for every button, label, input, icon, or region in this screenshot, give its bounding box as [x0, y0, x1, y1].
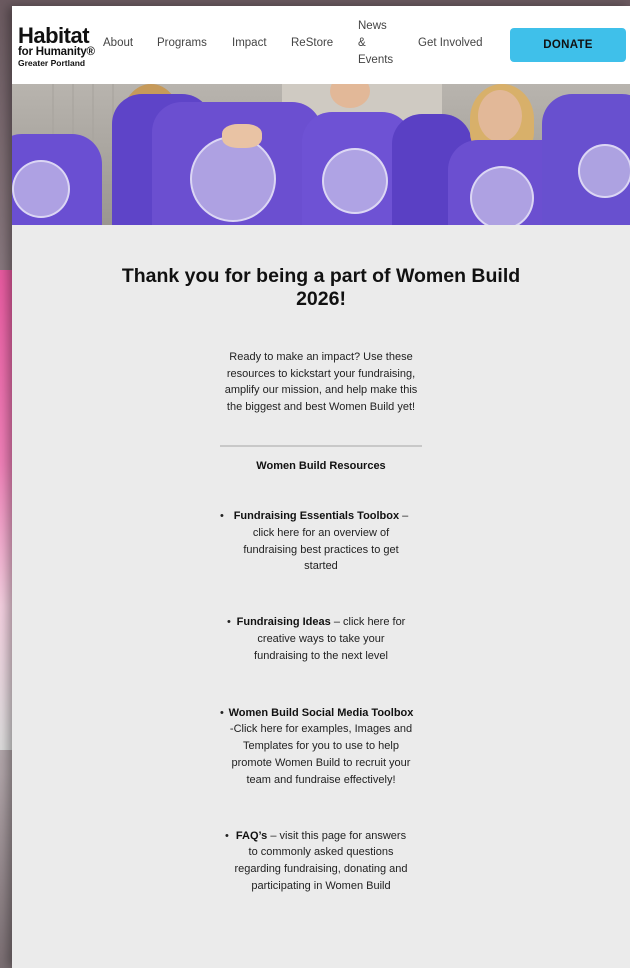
- hero-shirt-print-1: [12, 160, 70, 218]
- resource-link-title[interactable]: FAQ’s: [236, 830, 267, 842]
- resources-list: • Fundraising Essentials Toolbox – click…: [220, 508, 416, 895]
- intro-text: Ready to make an impact? Use these resou…: [224, 351, 418, 413]
- logo-line-greater-portland: Greater Portland: [18, 58, 86, 68]
- site-header: Habitat for Humanity® Greater Portland A…: [12, 6, 630, 84]
- web-page: Habitat for Humanity® Greater Portland A…: [12, 6, 630, 968]
- logo-line-for-humanity: for Humanity®: [18, 46, 95, 58]
- nav-about[interactable]: About: [103, 37, 133, 49]
- hero-shirt-print-3: [190, 136, 276, 222]
- main-content: Thank you for being a part of Women Buil…: [12, 265, 630, 895]
- resource-item-fundraising-essentials[interactable]: • Fundraising Essentials Toolbox – click…: [220, 508, 416, 575]
- hero-photo-volunteers: [12, 84, 630, 225]
- logo-line-habitat: Habitat: [18, 23, 90, 48]
- resource-link-title[interactable]: Fundraising Ideas: [237, 616, 331, 628]
- resource-item-faqs[interactable]: • FAQ’s – visit this page for answers to…: [225, 828, 411, 895]
- hero-hand: [222, 124, 262, 148]
- resource-item-social-media-toolbox[interactable]: • Women Build Social Media Toolbox -Clic…: [220, 705, 416, 789]
- resource-item-fundraising-ideas[interactable]: • Fundraising Ideas – click here for cre…: [227, 614, 409, 664]
- section-divider: [220, 445, 422, 447]
- hero-shirt-print-4: [322, 148, 388, 214]
- resource-link-title[interactable]: Women Build Social Media Toolbox: [229, 707, 414, 719]
- donate-button[interactable]: DONATE: [510, 28, 626, 62]
- nav-news-events[interactable]: News & Events: [358, 18, 398, 69]
- bullet-icon: •: [225, 829, 229, 842]
- resource-link-title[interactable]: Fundraising Essentials Toolbox: [234, 510, 399, 522]
- hero-face-6: [478, 90, 522, 142]
- hero-shirt-print-7: [578, 144, 630, 198]
- bullet-icon: •: [227, 616, 231, 629]
- habitat-logo[interactable]: Habitat for Humanity® Greater Portland: [18, 23, 102, 69]
- page-title: Thank you for being a part of Women Buil…: [121, 265, 521, 310]
- nav-news-line3: Events: [358, 54, 394, 66]
- nav-news-line1: News: [358, 20, 387, 32]
- nav-restore[interactable]: ReStore: [291, 37, 333, 49]
- resource-description: -Click here for examples, Images and Tem…: [229, 723, 413, 786]
- bullet-icon: •: [220, 510, 224, 522]
- nav-programs[interactable]: Programs: [157, 37, 207, 49]
- nav-news-line2: &: [358, 37, 366, 49]
- resources-heading: Women Build Resources: [256, 460, 386, 472]
- hero-shirt-print-6: [470, 166, 534, 225]
- nav-impact[interactable]: Impact: [232, 37, 267, 49]
- bullet-icon: •: [220, 706, 224, 719]
- nav-get-involved[interactable]: Get Involved: [418, 37, 483, 49]
